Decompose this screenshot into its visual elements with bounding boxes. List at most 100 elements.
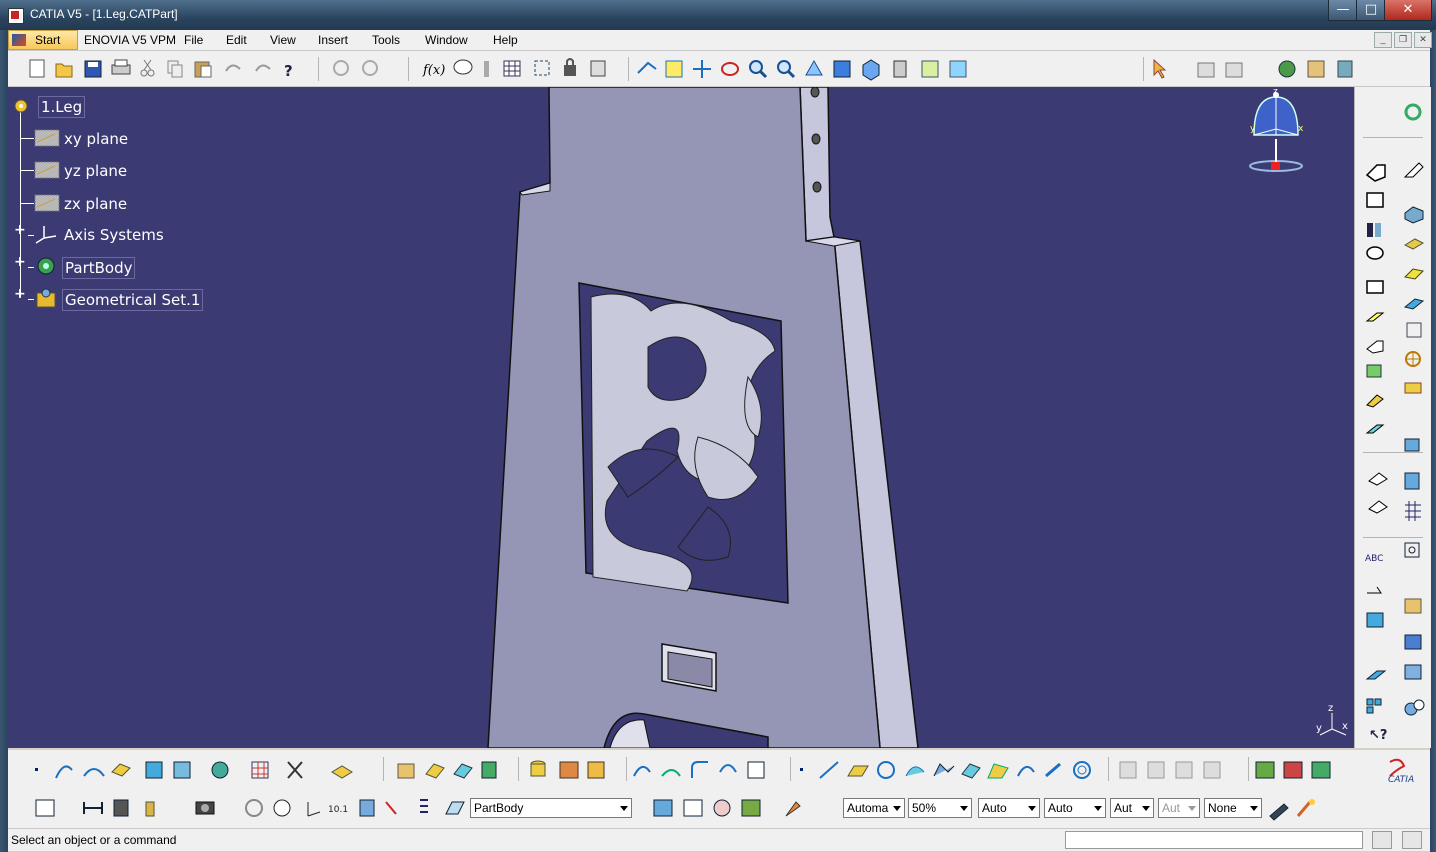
close-surface-icon[interactable] [1403, 298, 1425, 310]
pan-icon[interactable] [693, 60, 711, 78]
point-icon[interactable] [35, 768, 38, 771]
comment-icon[interactable] [453, 59, 473, 75]
offset-surface-icon[interactable] [425, 763, 445, 779]
disabled-tool-3-icon[interactable] [1175, 761, 1193, 779]
knowledge-icon[interactable] [484, 61, 489, 77]
thick-surface-icon[interactable] [1403, 268, 1425, 280]
mesh-icon[interactable] [251, 761, 269, 779]
shading-icon[interactable] [893, 60, 907, 78]
redo-icon[interactable] [255, 64, 271, 72]
fit-all-in-icon[interactable] [665, 60, 683, 78]
color-select[interactable]: Automa [843, 798, 905, 818]
capture-icon[interactable] [195, 801, 215, 815]
update-icon[interactable] [333, 60, 349, 76]
circle-icon[interactable] [877, 761, 895, 779]
doc-close-button[interactable]: ✕ [1414, 32, 1432, 48]
multisections-icon[interactable] [1366, 364, 1382, 378]
format-painter-icon[interactable] [1269, 803, 1289, 821]
status-button-2[interactable] [1402, 831, 1422, 849]
cylinder-icon[interactable] [530, 760, 546, 777]
reorder-icon[interactable] [1366, 698, 1382, 714]
units-icon[interactable]: 10.1 [328, 805, 348, 815]
disabled-tool-4-icon[interactable] [1203, 761, 1221, 779]
cut-icon[interactable] [140, 59, 155, 77]
hand-icon[interactable] [273, 799, 291, 817]
extract-icon[interactable] [559, 761, 579, 779]
blend-icon[interactable] [481, 761, 497, 779]
select-arrow-icon[interactable] [1153, 58, 1167, 79]
formula-icon[interactable]: f(x) [422, 63, 445, 78]
apply-material-icon[interactable] [1307, 60, 1325, 78]
hide-show-icon[interactable] [921, 60, 939, 78]
spline-icon[interactable] [55, 765, 73, 779]
line-type-select[interactable]: Auto [1044, 798, 1106, 818]
list-icon[interactable] [420, 799, 428, 813]
hole-icon[interactable] [1366, 246, 1384, 260]
line-icon[interactable] [819, 761, 839, 779]
swap-icon[interactable] [245, 799, 263, 817]
apply-mat-icon[interactable] [683, 799, 703, 817]
extrude-surface-icon[interactable] [111, 763, 131, 777]
slot-icon[interactable] [1365, 312, 1385, 322]
catia-app-icon[interactable] [8, 8, 24, 24]
menu-edit[interactable]: Edit [226, 33, 247, 47]
expand-icon[interactable]: + [14, 223, 26, 237]
render-style-3-icon[interactable] [1311, 761, 1331, 779]
lock-icon[interactable] [564, 58, 576, 76]
connect-curve-icon[interactable] [633, 765, 651, 777]
flag-note-icon[interactable] [1367, 586, 1382, 594]
plane-icon[interactable] [1365, 670, 1387, 680]
surface-face-icon[interactable] [1403, 238, 1425, 250]
wand-icon[interactable] [1296, 799, 1315, 817]
render-style-1-icon[interactable] [1255, 761, 1275, 779]
pocket-icon[interactable] [1366, 192, 1384, 208]
minimize-button[interactable]: — [1328, 0, 1358, 21]
undo-icon[interactable] [225, 64, 241, 72]
catalog-icon[interactable] [534, 60, 550, 76]
rotate-icon[interactable] [721, 62, 739, 76]
parallel-curve-icon[interactable] [1017, 765, 1035, 777]
table-icon[interactable] [503, 60, 521, 77]
draft-icon[interactable] [1366, 394, 1384, 408]
menu-enovia[interactable]: ENOVIA V5 VPM [84, 33, 176, 47]
dimension-icon[interactable] [385, 801, 397, 815]
rendering-style-select[interactable]: None [1204, 798, 1262, 818]
close-button[interactable]: ✕ [1384, 0, 1432, 21]
spiral-icon[interactable] [1073, 761, 1091, 779]
status-button-1[interactable] [1372, 831, 1392, 849]
stiffener-icon[interactable] [1366, 340, 1384, 354]
measure-item-icon[interactable] [173, 761, 191, 779]
measure-icon[interactable] [83, 802, 103, 814]
menu-view[interactable]: View [270, 33, 296, 47]
mesh-view-icon[interactable] [713, 799, 731, 817]
measure-between-icon[interactable] [145, 761, 163, 779]
transform-icon[interactable] [1404, 438, 1420, 452]
boolean-icon[interactable] [211, 761, 229, 779]
multi-output-icon[interactable] [987, 763, 1009, 779]
expand-icon[interactable]: + [14, 255, 26, 269]
iso-view-icon[interactable] [862, 59, 880, 81]
menu-window[interactable]: Window [425, 33, 468, 47]
split-icon[interactable] [1406, 322, 1422, 338]
plane-3d-icon[interactable] [847, 765, 869, 777]
expand-icon[interactable]: + [14, 287, 26, 301]
menu-help[interactable]: Help [493, 33, 518, 47]
zoom-area-icon[interactable] [1404, 542, 1420, 558]
thickness-icon[interactable] [1404, 382, 1422, 394]
layer-view-icon[interactable] [741, 799, 761, 817]
boolean-assemble-icon[interactable] [1404, 598, 1422, 614]
command-input[interactable] [1065, 831, 1363, 849]
point-symbol-select[interactable]: Aut [1110, 798, 1154, 818]
menu-start[interactable]: Start [8, 30, 78, 50]
paint-brush-icon[interactable] [785, 801, 801, 817]
grid-icon[interactable] [1225, 62, 1243, 78]
rib-icon[interactable] [1366, 280, 1384, 294]
body-selector[interactable]: PartBody [470, 798, 632, 818]
parameters-icon[interactable] [590, 60, 606, 77]
sketch-icon[interactable] [1403, 162, 1424, 178]
update-all-icon[interactable] [362, 60, 378, 76]
scale-icon[interactable] [1368, 500, 1388, 514]
projection-icon[interactable] [747, 761, 765, 779]
menu-tools[interactable]: Tools [372, 33, 400, 47]
extrapolate-icon[interactable] [961, 763, 981, 779]
